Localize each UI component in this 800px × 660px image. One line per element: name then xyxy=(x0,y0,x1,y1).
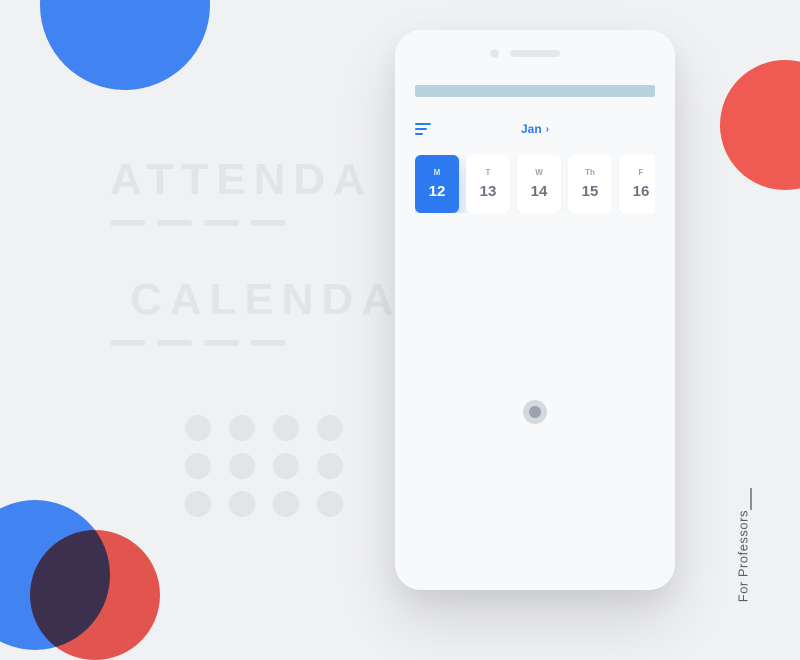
day-weekday: T xyxy=(486,168,491,177)
day-number: 12 xyxy=(429,183,446,200)
day-card-tue[interactable]: T 13 xyxy=(466,155,510,213)
day-weekday: Th xyxy=(585,168,595,177)
bg-heading-attendance: ATTENDA xyxy=(110,155,373,205)
bg-dashes-2 xyxy=(110,340,286,346)
app-header: Jan › xyxy=(415,123,655,135)
app-screen: Jan › M 12 T 13 W 14 Th 15 F xyxy=(395,57,675,213)
day-card-wed[interactable]: W 14 xyxy=(517,155,561,213)
days-strip[interactable]: M 12 T 13 W 14 Th 15 F 16 S xyxy=(415,155,655,213)
day-number: 15 xyxy=(582,183,599,200)
month-selector[interactable]: Jan › xyxy=(521,122,549,136)
bg-heading-calendar: CALENDA xyxy=(130,275,401,325)
phone-camera xyxy=(490,49,499,58)
day-weekday: W xyxy=(535,168,543,177)
day-card-mon[interactable]: M 12 xyxy=(415,155,459,213)
day-card-fri[interactable]: F 16 xyxy=(619,155,655,213)
day-weekday: M xyxy=(434,168,441,177)
app-top-bar xyxy=(415,85,655,97)
day-number: 16 xyxy=(633,183,650,200)
decor-circle-red-right xyxy=(720,60,800,190)
bg-dashes-1 xyxy=(110,220,286,226)
day-weekday: F xyxy=(639,168,644,177)
day-card-thu[interactable]: Th 15 xyxy=(568,155,612,213)
day-number: 13 xyxy=(480,183,497,200)
decor-circle-blue-top xyxy=(40,0,210,90)
menu-icon[interactable] xyxy=(415,123,431,135)
bg-dot-grid xyxy=(185,415,343,517)
day-number: 14 xyxy=(531,183,548,200)
chevron-right-icon: › xyxy=(546,124,549,135)
phone-mockup: Jan › M 12 T 13 W 14 Th 15 F xyxy=(395,30,675,590)
loading-spinner-icon xyxy=(523,400,547,424)
decor-circle-red-bottom xyxy=(30,530,160,660)
vertical-caption-underline xyxy=(750,488,752,510)
phone-speaker xyxy=(510,50,560,57)
month-label: Jan xyxy=(521,122,542,136)
vertical-caption: For Professors xyxy=(735,510,750,602)
